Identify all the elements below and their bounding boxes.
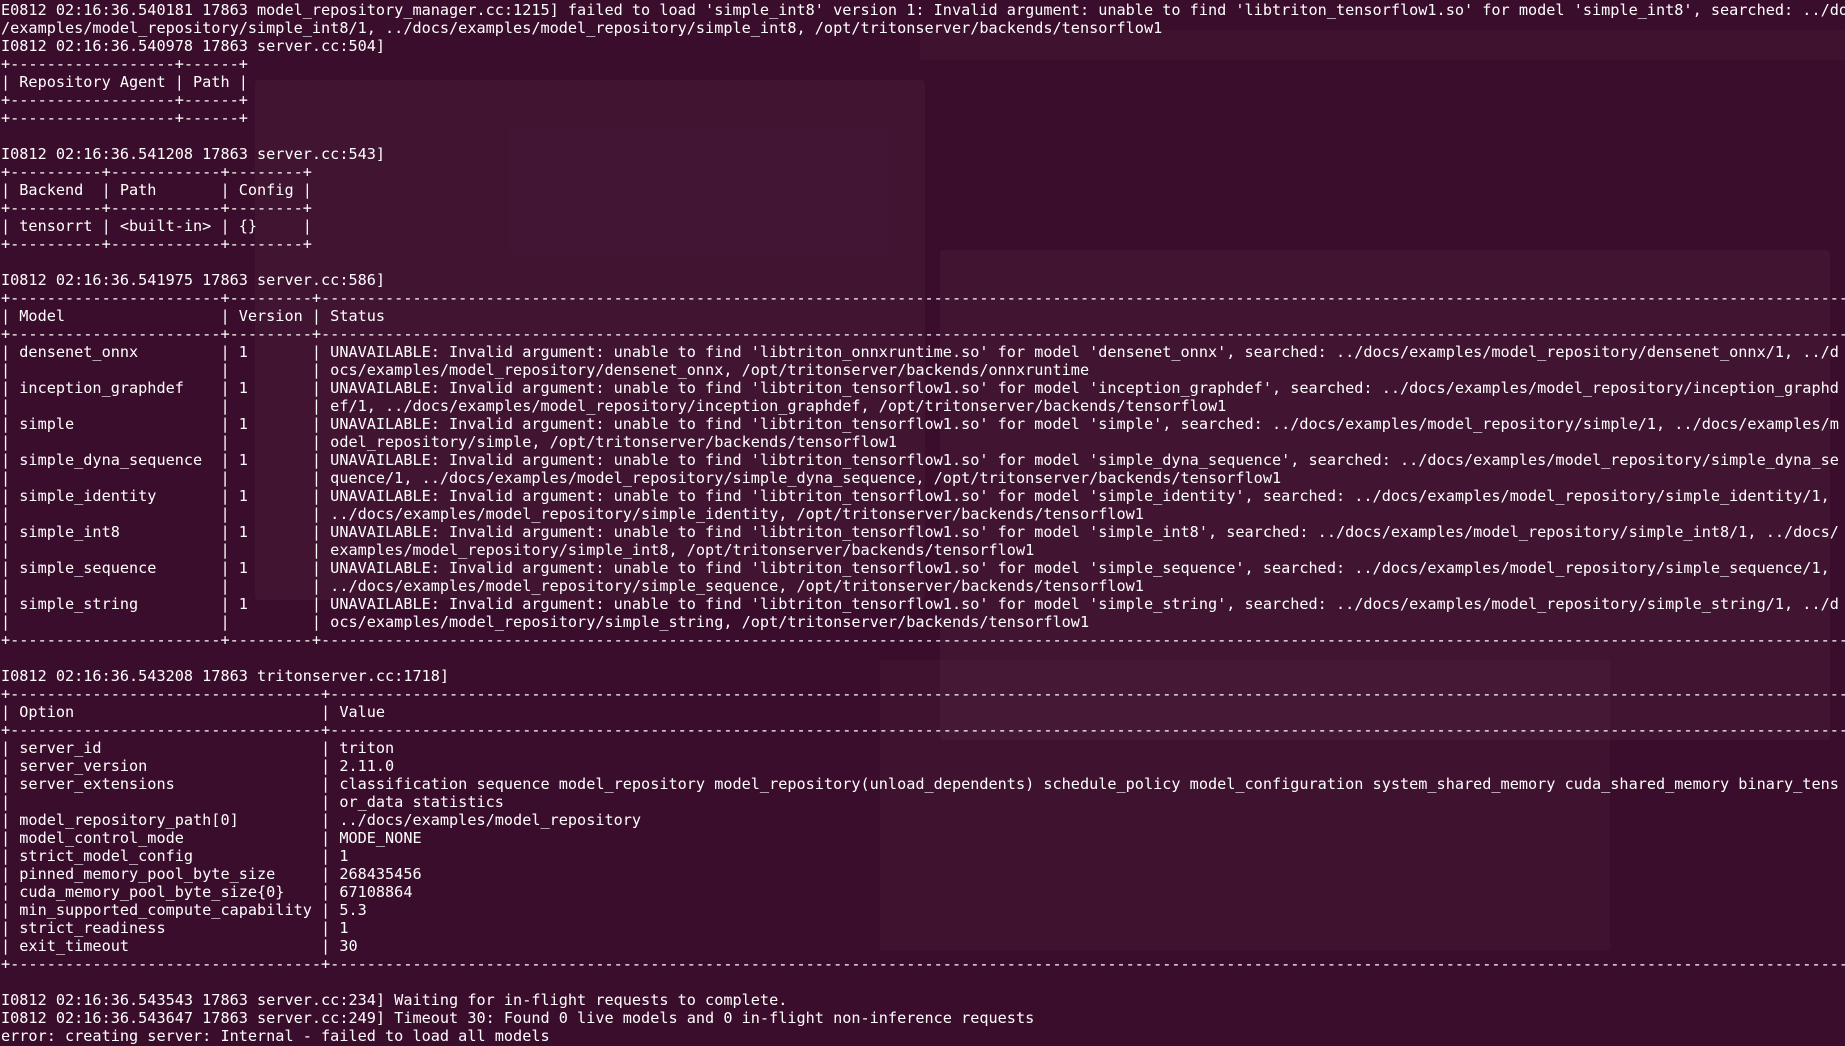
terminal-line: | simple_sequence | 1 | UNAVAILABLE: Inv… xyxy=(1,559,1845,577)
terminal-line: | | | odel_repository/simple, /opt/trito… xyxy=(1,433,1845,451)
terminal-line: +----------------------------------+----… xyxy=(1,685,1845,703)
terminal-line: | | | ../docs/examples/model_repository/… xyxy=(1,577,1845,595)
terminal-line: | tensorrt | <built-in> | {} | xyxy=(1,217,312,235)
terminal-line: | densenet_onnx | 1 | UNAVAILABLE: Inval… xyxy=(1,343,1845,361)
terminal-line: | Option | Value | xyxy=(1,703,1845,721)
terminal-line: +----------------------------------+----… xyxy=(1,955,1845,973)
terminal-line: | server_id | triton | xyxy=(1,739,1845,757)
terminal-line: +------------------+------+ xyxy=(1,109,248,127)
terminal-line: I0812 02:16:36.543647 17863 server.cc:24… xyxy=(1,1009,1035,1027)
terminal-line: I0812 02:16:36.543208 17863 tritonserver… xyxy=(1,667,450,685)
terminal-line: I0812 02:16:36.543543 17863 server.cc:23… xyxy=(1,991,788,1009)
terminal-line: +-----------------------+---------+-----… xyxy=(1,289,1845,307)
terminal-line: | server_version | 2.11.0 | xyxy=(1,757,1845,775)
terminal-line: | strict_readiness | 1 | xyxy=(1,919,1845,937)
terminal-line: | min_supported_compute_capability | 5.3 xyxy=(1,901,1845,919)
terminal-line: +----------+------------+--------+ xyxy=(1,235,312,253)
terminal-line: +------------------+------+ xyxy=(1,55,248,73)
terminal-line: /examples/model_repository/simple_int8/1… xyxy=(1,19,1163,37)
terminal-line: +----------+------------+--------+ xyxy=(1,199,312,217)
terminal-line: | simple_dyna_sequence | 1 | UNAVAILABLE… xyxy=(1,451,1845,469)
terminal-line: | inception_graphdef | 1 | UNAVAILABLE: … xyxy=(1,379,1845,397)
terminal-line: | | | ocs/examples/model_repository/simp… xyxy=(1,613,1845,631)
terminal-line: | model_repository_path[0] | ../docs/exa… xyxy=(1,811,1845,829)
terminal-line: | cuda_memory_pool_byte_size{0} | 671088… xyxy=(1,883,1845,901)
terminal-line: +-----------------------+---------+-----… xyxy=(1,325,1845,343)
terminal-line: | | | quence/1, ../docs/examples/model_r… xyxy=(1,469,1845,487)
terminal-line: | | or_data statistics | xyxy=(1,793,1845,811)
terminal-line: I0812 02:16:36.541208 17863 server.cc:54… xyxy=(1,145,386,163)
terminal-output[interactable]: E0812 02:16:36.540181 17863 model_reposi… xyxy=(0,0,1845,1045)
terminal-line: | simple_int8 | 1 | UNAVAILABLE: Invalid… xyxy=(1,523,1845,541)
terminal-line: | model_control_mode | MODE_NONE | xyxy=(1,829,1845,847)
terminal-line: | | | ocs/examples/model_repository/dens… xyxy=(1,361,1845,379)
terminal-line: | | | ef/1, ../docs/examples/model_repos… xyxy=(1,397,1845,415)
terminal-line: +----------+------------+--------+ xyxy=(1,163,312,181)
terminal-line: | simple_identity | 1 | UNAVAILABLE: Inv… xyxy=(1,487,1845,505)
terminal-line: | server_extensions | classification seq… xyxy=(1,775,1845,793)
terminal-line: E0812 02:16:36.540181 17863 model_reposi… xyxy=(1,1,1845,19)
terminal-line: | Model | Version | Status | xyxy=(1,307,1845,325)
terminal-line: | exit_timeout | 30 | xyxy=(1,937,1845,955)
terminal-line: | simple | 1 | UNAVAILABLE: Invalid argu… xyxy=(1,415,1845,433)
terminal-line: I0812 02:16:36.540978 17863 server.cc:50… xyxy=(1,37,386,55)
terminal-line: | | | examples/model_repository/simple_i… xyxy=(1,541,1845,559)
terminal-line: +------------------+------+ xyxy=(1,91,248,109)
terminal-line: +----------------------------------+----… xyxy=(1,721,1845,739)
terminal-line: | strict_model_config | 1 | xyxy=(1,847,1845,865)
terminal-line: I0812 02:16:36.541975 17863 server.cc:58… xyxy=(1,271,386,289)
terminal-line: | Backend | Path | Config | xyxy=(1,181,312,199)
terminal-window[interactable]: E0812 02:16:36.540181 17863 model_reposi… xyxy=(0,0,1845,1046)
terminal-line: | | | ../docs/examples/model_repository/… xyxy=(1,505,1845,523)
terminal-line: | Repository Agent | Path | xyxy=(1,73,248,91)
terminal-line: | simple_string | 1 | UNAVAILABLE: Inval… xyxy=(1,595,1845,613)
terminal-line: | pinned_memory_pool_byte_size | 2684354… xyxy=(1,865,1845,883)
terminal-line: +-----------------------+---------+-----… xyxy=(1,631,1845,649)
terminal-line: error: creating server: Internal - faile… xyxy=(1,1027,550,1045)
